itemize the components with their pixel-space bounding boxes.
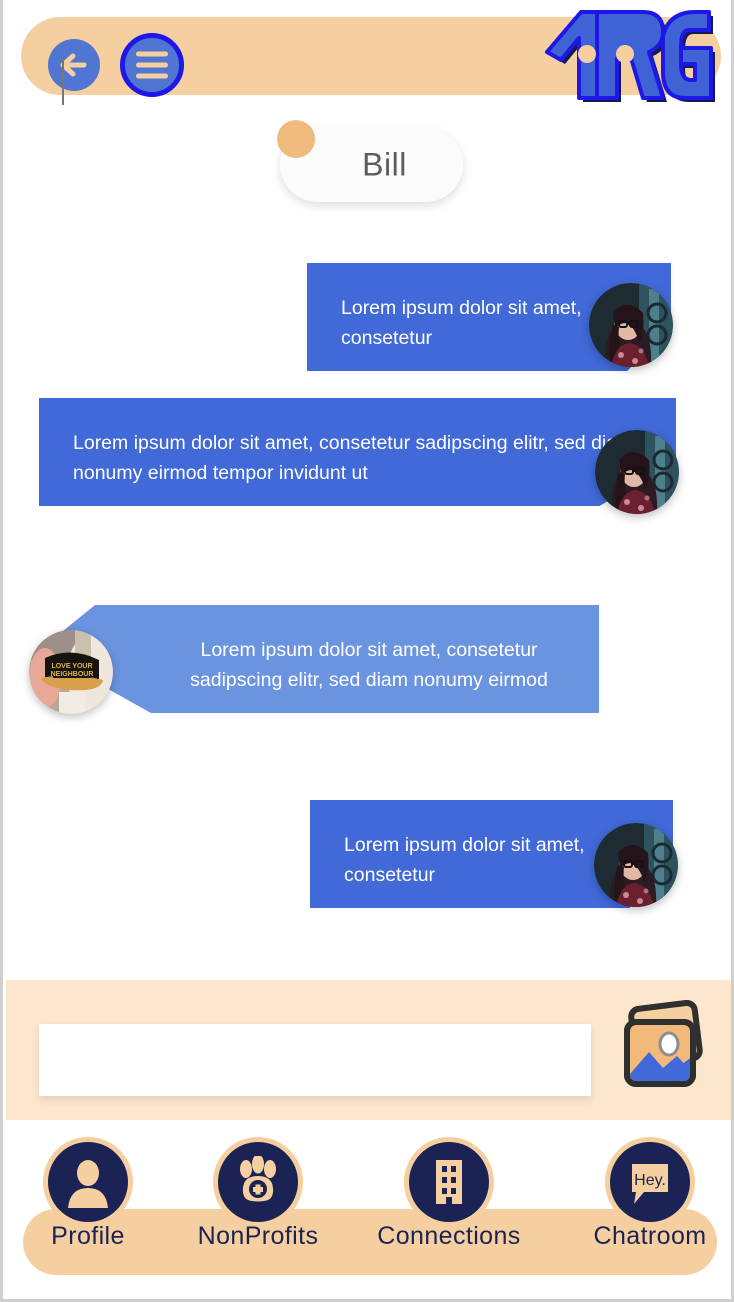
hamburger-icon — [136, 46, 168, 85]
woman-with-glasses-photo — [594, 823, 678, 907]
speech-bubble-text: Hey. — [634, 1172, 666, 1189]
trg-logo-icon — [545, 10, 715, 102]
message-avatar[interactable]: LOVE YOUR NEIGHBOUR — [29, 630, 113, 714]
woman-with-glasses-photo — [589, 283, 673, 367]
nav-item-connections[interactable]: Connections — [367, 1120, 531, 1275]
nav-item-chatroom[interactable]: Hey. Chatroom — [568, 1120, 731, 1275]
message-input[interactable] — [39, 1024, 591, 1096]
nav-label-connections: Connections — [377, 1222, 521, 1250]
message-avatar[interactable] — [594, 823, 678, 907]
back-button[interactable] — [48, 39, 100, 91]
paw-medical-icon — [213, 1137, 303, 1227]
message-avatar[interactable] — [589, 283, 673, 367]
message-bubble[interactable]: Lorem ipsum dolor sit amet, consetetur s… — [39, 605, 599, 713]
nav-label-profile: Profile — [51, 1222, 125, 1250]
message-text: Lorem ipsum dolor sit amet, consetetur s… — [73, 432, 634, 484]
building-icon — [404, 1137, 494, 1227]
bottom-navigation: Profile NonProfits Connections Hey. Chat… — [6, 1120, 731, 1299]
speech-bubble-icon: Hey. — [605, 1137, 695, 1227]
message-avatar[interactable] — [595, 430, 679, 514]
back-arrow-icon — [60, 53, 87, 77]
message-list[interactable]: Lorem ipsum dolor sit amet, consetetur L… — [3, 215, 731, 980]
chat-screen: Bill Lorem ipsum dolor sit amet, consete… — [0, 0, 734, 1302]
nav-label-chatroom: Chatroom — [593, 1222, 707, 1250]
message-bubble[interactable]: Lorem ipsum dolor sit amet, consetetur s… — [39, 398, 676, 506]
woman-with-glasses-photo — [595, 430, 679, 514]
love-your-neighbour-cap-photo: LOVE YOUR NEIGHBOUR — [29, 630, 113, 714]
message-text: Lorem ipsum dolor sit amet, consetetur s… — [190, 639, 548, 691]
nav-item-nonprofits[interactable]: NonProfits — [176, 1120, 340, 1275]
image-picker-icon[interactable] — [603, 1000, 705, 1096]
nav-label-nonprofits: NonProfits — [197, 1222, 319, 1250]
text-caret — [62, 59, 64, 105]
menu-button[interactable] — [120, 33, 184, 97]
nav-item-profile[interactable]: Profile — [6, 1120, 170, 1275]
svg-text:LOVE YOUR: LOVE YOUR — [51, 663, 92, 670]
contact-avatar — [277, 120, 315, 158]
person-icon — [43, 1137, 133, 1227]
svg-text:NEIGHBOUR: NEIGHBOUR — [51, 671, 94, 678]
